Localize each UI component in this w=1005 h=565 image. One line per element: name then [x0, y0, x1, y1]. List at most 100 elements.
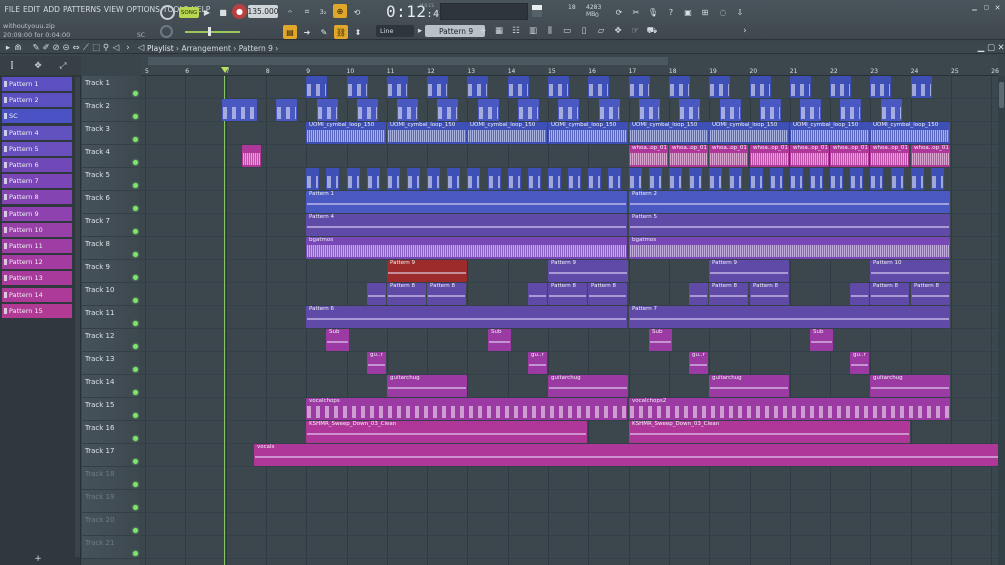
playlist-clip[interactable]	[770, 168, 783, 190]
playlist-clip[interactable]	[870, 168, 883, 190]
cart-icon[interactable]: ⛟	[646, 25, 658, 37]
track-header[interactable]: Track 11	[82, 306, 140, 329]
menu-add[interactable]: ADD	[42, 5, 62, 14]
playlist-clip[interactable]: guitarchug	[709, 375, 789, 397]
picker-item[interactable]: Pattern 15	[2, 303, 72, 318]
browser-icon[interactable]: ▭	[561, 25, 573, 37]
playlist-tool-icon[interactable]: ▤	[283, 25, 297, 39]
track-mute-led[interactable]	[133, 160, 138, 165]
playlist-clip[interactable]: Pattern 9	[548, 260, 628, 282]
playlist-clip[interactable]: Sub	[649, 329, 672, 351]
picker-item[interactable]: Pattern 10	[2, 222, 72, 237]
playlist-clip[interactable]	[850, 283, 869, 305]
track-mute-led[interactable]	[133, 275, 138, 280]
picker-item[interactable]: Pattern 1	[2, 77, 72, 91]
track-header[interactable]: Track 10	[82, 283, 140, 306]
metronome-icon[interactable]: 𝄐	[283, 5, 297, 19]
track-header[interactable]: Track 7	[82, 214, 140, 237]
picker-item[interactable]: Pattern 11	[2, 239, 72, 253]
touch-icon[interactable]: ☞	[629, 25, 641, 37]
playlist-clip[interactable]	[790, 168, 803, 190]
add-pattern-icon[interactable]: +	[477, 25, 489, 37]
playlist-clip[interactable]: Pattern 1	[306, 191, 627, 213]
timeline-ruler[interactable]: 5678910111213141516171819202122232425262…	[141, 56, 999, 76]
playlist-clip[interactable]: Pattern 8	[427, 283, 466, 305]
track-header[interactable]: Track 18	[82, 467, 140, 490]
playlist-clip[interactable]	[891, 168, 904, 190]
playlist-clip[interactable]	[639, 99, 660, 121]
stop-icon[interactable]: ■	[216, 5, 230, 19]
playlist-clip[interactable]: gu..r	[367, 352, 386, 374]
picker-item[interactable]: Pattern 5	[2, 141, 72, 156]
picker-diag-icon[interactable]: ⤢	[57, 60, 69, 72]
track-mute-led[interactable]	[133, 321, 138, 326]
playlist-clip[interactable]	[689, 168, 702, 190]
arrangement-overview[interactable]	[148, 57, 668, 65]
playlist-clip[interactable]	[357, 99, 378, 121]
play-icon[interactable]: ▶	[200, 5, 214, 19]
picker-item[interactable]: Pattern 13	[2, 271, 72, 286]
playlist-clip[interactable]	[427, 76, 448, 98]
playlist-clip[interactable]	[478, 99, 499, 121]
track-header[interactable]: Track 16	[82, 421, 140, 444]
track-header[interactable]: Track 8	[82, 237, 140, 260]
playlist-clip[interactable]	[599, 99, 620, 121]
playlist-clip[interactable]: Sub	[488, 329, 511, 351]
playlist-clip[interactable]	[709, 168, 722, 190]
snap-selector[interactable]: Line	[376, 25, 414, 37]
track-header[interactable]: Track 3	[82, 122, 140, 145]
magnet-icon[interactable]: ⋒	[12, 42, 24, 54]
playlist-clip[interactable]: whoa..op_01	[790, 145, 829, 167]
playlist-clip[interactable]	[911, 168, 924, 190]
playlist-clip[interactable]	[508, 168, 521, 190]
stamp-icon[interactable]: ⬍	[351, 25, 365, 39]
playlist-clip[interactable]	[488, 168, 501, 190]
track-header[interactable]: Track 1	[82, 76, 140, 99]
playlist-clip[interactable]: Pattern 9	[709, 260, 789, 282]
master-volume-icon[interactable]	[160, 25, 173, 38]
track-mute-led[interactable]	[133, 229, 138, 234]
playlist-clip[interactable]	[760, 99, 781, 121]
speaker-icon[interactable]: ◁	[110, 42, 122, 54]
minimize-icon[interactable]: ▁	[970, 3, 979, 12]
playlist-clip[interactable]	[568, 168, 581, 190]
mixer-icon[interactable]: ⫼	[544, 25, 556, 37]
track-mute-led[interactable]	[133, 298, 138, 303]
playlist-clip[interactable]: Pattern 5	[629, 214, 950, 236]
maximize-icon[interactable]: ▢	[982, 3, 991, 12]
pencil-icon[interactable]: ✎	[317, 25, 331, 39]
playlist-clip[interactable]: bgatmos	[306, 237, 627, 259]
playlist-clip[interactable]	[588, 76, 609, 98]
playlist-clip[interactable]: KSHMR_Sweep_Down_03_Clean	[306, 421, 587, 443]
playlist-clip[interactable]	[242, 145, 261, 167]
close-icon[interactable]: ✕	[993, 3, 1002, 12]
playlist-vertical-scrollbar[interactable]	[998, 76, 1005, 565]
playlist-grid[interactable]: UOMI_cymbal_loop_150 UOMI_cymbal_loop_150…	[141, 76, 998, 565]
track-mute-led[interactable]	[133, 528, 138, 533]
playlist-clip[interactable]: UOMI_cymbal_loop_150	[467, 122, 547, 144]
playlist-clip[interactable]: whoa..op_01	[911, 145, 950, 167]
track-header[interactable]: Track 5	[82, 168, 140, 191]
pat-song-toggle[interactable]	[160, 5, 175, 20]
help-icon[interactable]: ?	[664, 5, 678, 19]
playlist-clip[interactable]: UOMI_cymbal_loop_150	[548, 122, 628, 144]
playlist-clip[interactable]: guitarchug	[548, 375, 628, 397]
hint-bar-expand-icon[interactable]: ›	[739, 25, 751, 37]
playlist-clip[interactable]	[750, 76, 771, 98]
playlist-clip[interactable]: guitarchug	[387, 375, 467, 397]
picker-item[interactable]: Pattern 14	[2, 287, 72, 302]
breadcrumb-arrangement[interactable]: Arrangement	[181, 44, 231, 53]
playlist-clip[interactable]: UOMI_cymbal_loop_150	[629, 122, 709, 144]
track-mute-led[interactable]	[133, 206, 138, 211]
playlist-clip[interactable]: gu..r	[850, 352, 869, 374]
playlist-clip[interactable]	[679, 99, 700, 121]
window-close-icon[interactable]: ✕	[995, 42, 1005, 54]
channel-rack-icon[interactable]: ▥	[527, 25, 539, 37]
picker-add-icon[interactable]: +	[32, 553, 44, 565]
mic-icon[interactable]: 🎙︎	[646, 5, 660, 19]
playlist-clip[interactable]	[548, 76, 569, 98]
record-icon[interactable]: ●	[232, 4, 247, 19]
playlist-clip[interactable]	[508, 76, 529, 98]
menu-patterns[interactable]: PATTERNS	[61, 5, 102, 14]
track-mute-led[interactable]	[133, 413, 138, 418]
